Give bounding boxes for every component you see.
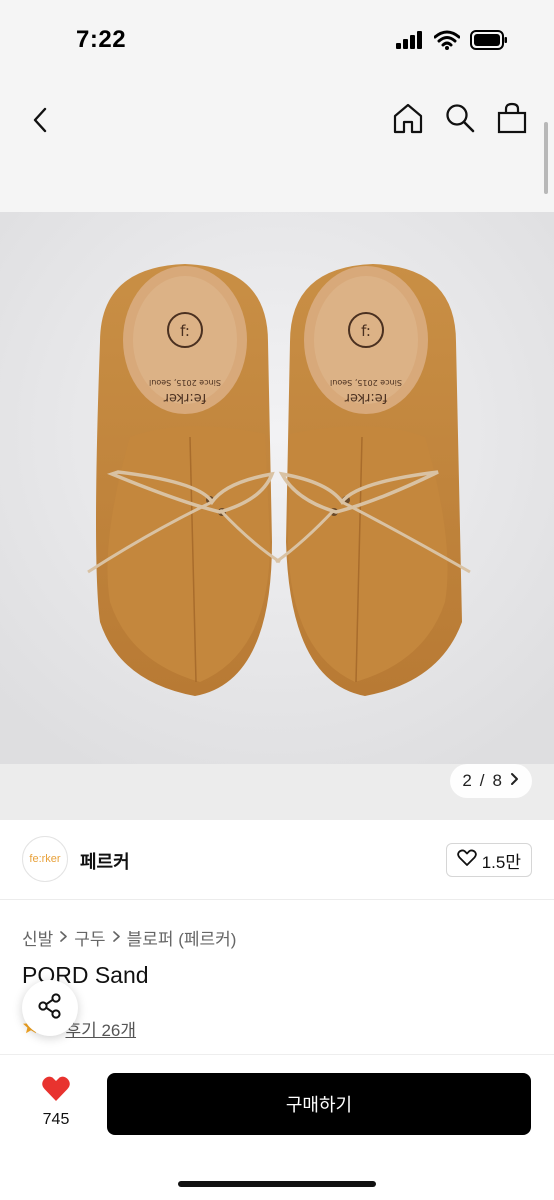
breadcrumb-item-shoes[interactable]: 신발 [22, 925, 53, 950]
search-icon [445, 103, 475, 138]
wishlist-count: 745 [42, 1111, 70, 1128]
page-total: 8 [492, 771, 502, 790]
buy-button[interactable]: 구매하기 [107, 1073, 531, 1135]
reviews-link[interactable]: 후기 26개 [65, 1016, 136, 1041]
brand-logo-text: fe:rker [29, 853, 61, 865]
status-icons [396, 30, 508, 55]
breadcrumb-item-dress-shoes[interactable]: 구두 [74, 925, 105, 950]
nav-bar [0, 84, 554, 212]
cart-button[interactable] [496, 102, 528, 138]
home-button[interactable] [392, 102, 424, 138]
product-image-gallery[interactable]: f: fe:rker Since 2015, Seoul f: fe:rker … [0, 212, 554, 820]
status-bar: 7:22 [0, 0, 554, 84]
wifi-icon [433, 30, 461, 55]
wishlist-button[interactable]: 745 [26, 1075, 86, 1129]
home-icon [393, 102, 423, 139]
share-icon [36, 992, 64, 1025]
signal-icon [396, 31, 424, 54]
brand-like-count: 1.5만 [481, 852, 521, 872]
chevron-right-icon [510, 771, 520, 791]
svg-text:fe:rker: fe:rker [163, 390, 206, 405]
brand-logo[interactable]: fe:rker [22, 836, 68, 882]
brand-name[interactable]: 페르커 [80, 848, 130, 874]
scroll-indicator[interactable] [544, 122, 548, 194]
breadcrumb-item-blofer[interactable]: 블로퍼 (페르커) [127, 925, 237, 950]
brand-row: fe:rker 페르커 1.5만 [0, 820, 554, 900]
svg-text:Since 2015, Seoul: Since 2015, Seoul [149, 378, 221, 387]
image-page-counter[interactable]: 2 / 8 [450, 764, 532, 798]
chevron-right-icon [112, 928, 121, 948]
share-button[interactable] [22, 980, 78, 1036]
right-shoe: f: fe:rker Since 2015, Seoul [275, 264, 471, 696]
heart-filled-icon [41, 1075, 71, 1107]
svg-text:f:: f: [361, 322, 371, 340]
page-current: 2 [462, 771, 472, 790]
chevron-right-icon [59, 928, 68, 948]
brand-like-button[interactable]: 1.5만 [445, 843, 532, 877]
bottom-action-bar: 745 구매하기 [0, 1054, 554, 1200]
status-time: 7:22 [76, 26, 127, 53]
svg-text:fe:rker: fe:rker [344, 390, 387, 405]
battery-icon [470, 30, 508, 55]
back-icon [31, 106, 49, 139]
breadcrumb: 신발 구두 블로퍼 (페르커) [22, 925, 236, 950]
nav-actions [392, 102, 528, 138]
svg-text:Since 2015, Seoul: Since 2015, Seoul [330, 378, 402, 387]
product-image: f: fe:rker Since 2015, Seoul f: fe:rker … [0, 212, 554, 764]
search-button[interactable] [444, 102, 476, 138]
shopping-bag-icon [497, 102, 527, 139]
home-indicator [178, 1181, 376, 1187]
svg-text:f:: f: [180, 322, 190, 340]
heart-outline-icon [456, 849, 477, 872]
back-button[interactable] [22, 104, 58, 140]
page-separator: / [479, 771, 485, 790]
left-shoe: f: fe:rker Since 2015, Seoul [87, 264, 281, 696]
